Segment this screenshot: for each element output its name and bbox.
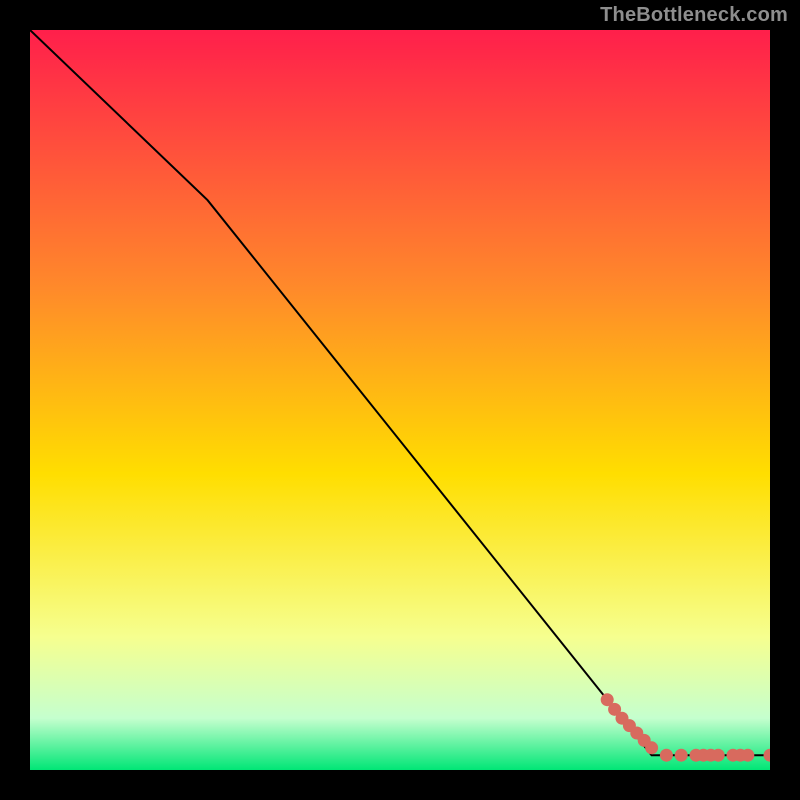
- data-marker: [675, 749, 688, 762]
- chart-frame: TheBottleneck.com: [0, 0, 800, 800]
- chart-background: [30, 30, 770, 770]
- data-marker: [660, 749, 673, 762]
- data-marker: [741, 749, 754, 762]
- data-marker: [712, 749, 725, 762]
- chart-plot: [30, 30, 770, 770]
- chart-svg: [30, 30, 770, 770]
- watermark-label: TheBottleneck.com: [600, 4, 788, 27]
- data-marker: [645, 741, 658, 754]
